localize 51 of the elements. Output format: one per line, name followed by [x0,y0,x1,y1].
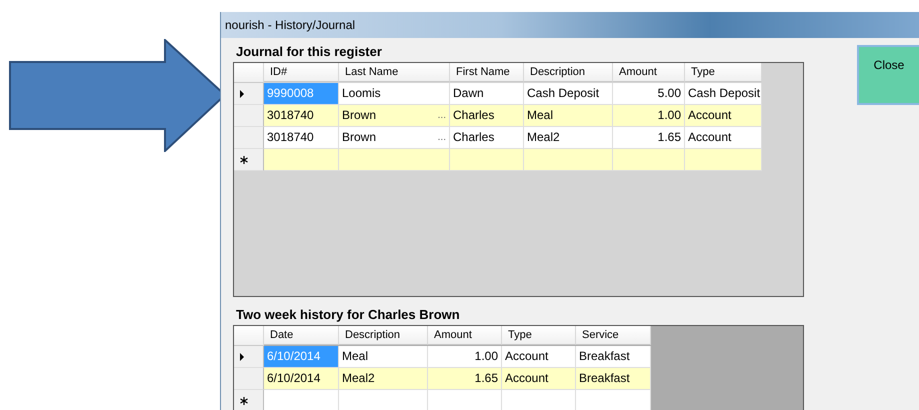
row-pointer-icon [240,352,244,360]
column-header[interactable]: Type [685,63,762,82]
table-cell[interactable]: Account [685,105,762,127]
table-cell[interactable]: Dawn [450,83,524,105]
table-cell[interactable]: 3018740 [264,127,339,149]
column-header[interactable]: Date [264,326,339,345]
column-header[interactable]: First Name [450,63,524,82]
table-cell[interactable]: Charles [450,127,524,149]
table-cell[interactable]: 3018740 [264,105,339,127]
table-cell[interactable]: Meal2 [524,127,613,149]
table-cell[interactable]: Account [685,127,762,149]
table-cell[interactable]: Meal [339,346,428,368]
asterisk-icon [240,396,248,404]
window-title: nourish - History/Journal [225,18,356,32]
table-cell[interactable]: Account [502,368,576,390]
table-cell[interactable]: Cash Deposit [685,83,762,105]
table-cell[interactable]: Charles [450,105,524,127]
table-cell[interactable]: 1.00 [428,346,502,368]
table-cell[interactable]: Cash Deposit [524,83,613,105]
table-cell[interactable]: Brown [342,108,438,126]
column-header[interactable]: Type [502,326,576,345]
row-pointer-icon [240,90,244,98]
table-cell[interactable]: Meal [524,105,613,127]
table-cell[interactable]: 6/10/2014 [264,368,339,390]
table-cell[interactable]: Breakfast [576,346,651,368]
lookup-button[interactable]: ... [438,108,446,126]
column-header[interactable]: Description [524,63,613,82]
column-header[interactable]: Amount [428,326,502,345]
row-header[interactable] [234,149,264,171]
column-header[interactable]: ID# [264,63,339,82]
row-header[interactable] [234,346,264,368]
asterisk-icon [240,156,248,164]
table-cell[interactable]: Account [502,346,576,368]
grid-title: Journal for this register [235,44,382,61]
column-header[interactable]: Amount [613,63,685,82]
table-cell[interactable]: 5.00 [613,83,685,105]
column-header[interactable]: Service [576,326,651,345]
table-cell[interactable]: 1.65 [428,368,502,390]
column-header[interactable]: Last Name [339,63,450,82]
table-cell[interactable]: Meal2 [339,368,428,390]
grid-title: Two week history for Charles Brown [235,307,460,324]
table-cell[interactable]: 1.65 [613,127,685,149]
lookup-button[interactable]: ... [438,130,446,148]
close-button[interactable]: Close [857,45,919,105]
table-cell[interactable]: Breakfast [576,368,651,390]
table-cell[interactable]: Brown [342,130,438,148]
table-cell[interactable]: Loomis [339,83,450,105]
row-header[interactable] [234,390,264,410]
row-header[interactable] [234,83,264,105]
column-header[interactable]: Description [339,326,428,345]
table-cell[interactable]: 1.00 [613,105,685,127]
